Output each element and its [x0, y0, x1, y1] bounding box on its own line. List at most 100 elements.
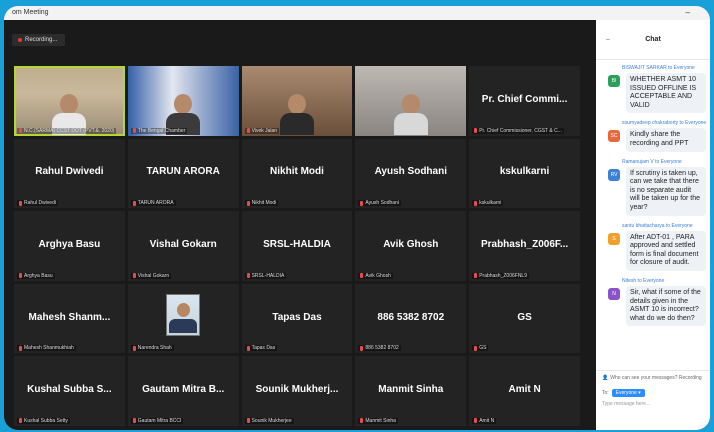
participant-display-name: Sounik Mukherj... — [255, 384, 339, 396]
participant-tile[interactable]: Tapas Das Tapas Das — [241, 283, 353, 354]
participant-tile[interactable]: Vivek Jalan — [241, 66, 353, 136]
participant-tile[interactable]: Prabhash_Z006F... Prabhash_Z006FNL9 — [469, 211, 580, 281]
chat-message-input[interactable]: Type message here... — [602, 401, 704, 407]
mic-muted-icon — [246, 418, 250, 424]
participant-photo — [166, 293, 201, 336]
recipient-dropdown[interactable]: Everyone ▾ — [611, 389, 645, 397]
participant-display-name: Pr. Chief Commi... — [481, 93, 568, 105]
minimize-button[interactable]: – — [686, 6, 690, 20]
participant-name-label: 886 5382 8702 — [358, 345, 401, 352]
participant-name-text: SRSL-HALDIA — [251, 272, 285, 279]
participant-tile[interactable]: Vishal Gokarn Vishal Gokarn — [127, 211, 239, 281]
mic-muted-icon — [132, 128, 136, 134]
recording-indicator[interactable]: Recording... — [12, 34, 66, 46]
chat-message-text: Sir, what if some of the details given i… — [626, 285, 706, 327]
participant-tile[interactable]: Amit N Amit N — [469, 356, 580, 426]
chat-messages: BISWAJIT SARKAR to Everyone BI WHETHER ASM… — [596, 63, 710, 328]
participant-name-label: Pr. Chief Commissioner, CGST & C... — [472, 127, 564, 134]
participant-display-name: Tapas Das — [272, 311, 322, 323]
participant-name-label: Arghya Basu — [17, 272, 55, 279]
participant-name-text: N.C.(SARMA) CCST DOT (PVT.&. 2020) — [24, 127, 115, 134]
participant-display-name: SRSL-HALDIA — [263, 239, 331, 251]
participant-display-name: Nikhit Modi — [270, 166, 324, 178]
avatar: RV — [608, 168, 620, 181]
participant-name-label: Prabhash_Z006FNL9 — [472, 272, 529, 279]
participant-tile[interactable]: Mahesh Shanm... Mahesh Shanmukhiah — [14, 283, 125, 354]
chat-message: Nitesh to Everyone N Sir, what if some of … — [596, 276, 710, 328]
participant-tile[interactable]: kskulkarni kskulkarni — [469, 138, 580, 209]
participant-name-text: Pr. Chief Commissioner, CGST & C... — [479, 127, 562, 134]
participant-name-label: The Bengal Chamber — [130, 127, 188, 134]
participant-name-text: GS — [479, 345, 487, 352]
participant-name-label: Rahul Dwivedi — [17, 200, 58, 207]
participant-name-text: Mahesh Shanmukhiah — [24, 345, 74, 352]
visibility-note[interactable]: 👤 Who can see your messages? Recording — [602, 375, 704, 381]
mic-muted-icon — [360, 200, 364, 206]
people-icon: 👤 — [602, 375, 609, 381]
to-label: To: — [602, 390, 609, 396]
mic-muted-icon — [132, 200, 136, 206]
participant-name-text: Sounik Mukherjee — [251, 417, 292, 424]
participant-tile[interactable]: Manmit Sinha Manmit Sinha — [355, 356, 467, 426]
participant-tile[interactable]: Narendra Shah — [127, 283, 239, 354]
participant-tile[interactable]: Avik Ghosh Avik Ghosh — [355, 211, 467, 281]
chat-message: BISWAJIT SARKAR to Everyone BI WHETHER ASM… — [596, 63, 710, 115]
participant-tile[interactable]: Kushal Subba S... Kushal Subba Setty — [14, 356, 125, 426]
participant-tile[interactable]: The Bengal Chamber — [127, 66, 239, 136]
participant-name-text: Prabhash_Z006FNL9 — [479, 272, 527, 279]
participant-name-text: Vishal Gokarn — [137, 272, 170, 279]
mic-muted-icon — [132, 273, 136, 279]
participant-name-text: Tapas Das — [251, 345, 276, 352]
participant-name-label: TARUN ARORA — [130, 200, 176, 207]
participant-tile[interactable]: SRSL-HALDIA SRSL-HALDIA — [241, 211, 353, 281]
chat-panel: – Chat BISWAJIT SARKAR to Everyone BI WHET… — [596, 20, 710, 430]
participant-name-label: Gautam Mitra BCCI — [130, 417, 184, 424]
participant-grid: N.C.(SARMA) CCST DOT (PVT.&. 2020) The Be… — [14, 66, 580, 426]
avatar: SC — [608, 130, 620, 143]
participant-name-label: Narendra Shah — [130, 345, 174, 352]
participant-display-name: Avik Ghosh — [383, 239, 439, 251]
mic-muted-icon — [360, 345, 364, 351]
collapse-icon[interactable]: – — [606, 20, 610, 60]
mic-muted-icon — [360, 273, 364, 279]
participant-tile[interactable]: N.C.(SARMA) CCST DOT (PVT.&. 2020) — [14, 66, 125, 136]
participant-name-label: Avik Ghosh — [358, 272, 393, 279]
mic-muted-icon — [246, 345, 250, 351]
participant-tile[interactable]: GS GS — [469, 283, 580, 354]
participant-tile[interactable]: Rahul Dwivedi Rahul Dwivedi — [14, 138, 125, 209]
participant-name-text: Ayush Sodhani — [365, 200, 399, 207]
mic-muted-icon — [132, 345, 136, 351]
recording-label: Recording... — [25, 37, 58, 43]
participant-tile[interactable]: Pr. Chief Commi... Pr. Chief Commissioner… — [469, 66, 580, 136]
chat-title: Chat — [645, 36, 661, 43]
chat-footer: 👤 Who can see your messages? Recording T… — [596, 370, 710, 430]
participant-name-label: N.C.(SARMA) CCST DOT (PVT.&. 2020) — [17, 127, 117, 134]
participant-display-name: TARUN ARORA — [146, 166, 220, 178]
chat-sender: Ramanujam V to Everyone — [622, 158, 682, 165]
participant-tile[interactable]: 886 5382 8702 886 5382 8702 — [355, 283, 467, 354]
participant-tile[interactable]: Nikhit Modi Nikhit Modi — [241, 138, 353, 209]
participant-tile[interactable]: Sounik Mukherj... Sounik Mukherjee — [241, 356, 353, 426]
chat-message-text: If scrutiny is taken up, can we take tha… — [626, 166, 706, 216]
mic-muted-icon — [360, 418, 364, 424]
participant-display-name: Kushal Subba S... — [27, 384, 112, 396]
recipient-value: Everyone — [615, 390, 637, 396]
participant-display-name: Manmit Sinha — [378, 384, 444, 396]
mic-muted-icon — [474, 200, 478, 206]
chat-sender: soumyadeep chakraborty to Everyone — [622, 120, 706, 127]
mic-muted-icon — [474, 128, 478, 134]
participant-name-label: Ayush Sodhani — [358, 200, 401, 207]
participant-tile[interactable]: Ayush Sodhani Ayush Sodhani — [355, 138, 467, 209]
chat-sender: santu bhattacharya to Everyone — [622, 222, 693, 229]
participant-name-text: Kushal Subba Setty — [24, 417, 68, 424]
participant-tile[interactable]: Arghya Basu Arghya Basu — [14, 211, 125, 281]
participant-display-name: Rahul Dwivedi — [35, 166, 104, 178]
mic-muted-icon — [19, 418, 22, 424]
participant-tile[interactable]: Gautam Mitra B... Gautam Mitra BCCI — [127, 356, 239, 426]
chat-message: santu bhattacharya to Everyone S After ADT… — [596, 221, 710, 273]
participant-name-label: GS — [472, 345, 489, 352]
participant-name-text: 886 5382 8702 — [365, 345, 399, 352]
participant-tile[interactable] — [355, 66, 467, 136]
participant-tile[interactable]: TARUN ARORA TARUN ARORA — [127, 138, 239, 209]
participant-display-name: Vishal Gokarn — [149, 239, 217, 251]
